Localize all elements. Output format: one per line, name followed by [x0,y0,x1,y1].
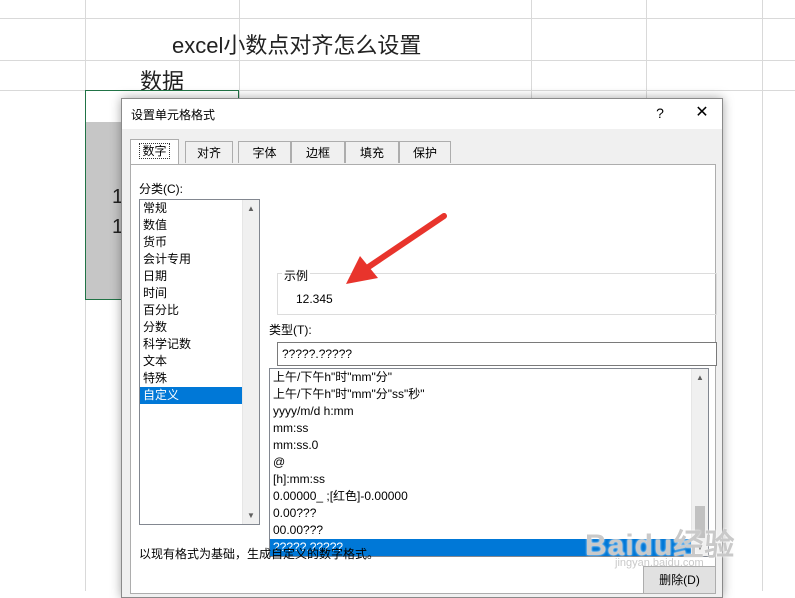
tab-label: 填充 [359,146,384,160]
sample-value: 12.345 [296,292,333,306]
tab-alignment[interactable]: 对齐 [185,141,233,163]
format-item[interactable]: 上午/下午h"时"mm"分" [270,369,708,386]
type-input[interactable]: ?????.????? [277,342,717,366]
category-item-selected[interactable]: 自定义 [140,387,242,404]
tab-protection[interactable]: 保护 [399,141,451,163]
tab-fill[interactable]: 填充 [345,141,399,163]
format-item[interactable]: 上午/下午h"时"mm"分"ss"秒" [270,386,708,403]
tab-label: 边框 [305,146,330,160]
delete-button[interactable]: 删除(D) [643,566,716,594]
help-button[interactable]: ? [649,102,671,124]
baidu-watermark-url: jingyan.baidu.com [615,557,704,569]
annotation-arrow-icon [346,213,447,284]
scroll-up-icon[interactable]: ▲ [243,200,259,217]
format-item[interactable]: mm:ss.0 [270,437,708,454]
category-list[interactable]: 常规 数值 货币 会计专用 日期 时间 百分比 分数 科学记数 文本 特殊 自定… [139,199,260,525]
type-label: 类型(T): [269,323,312,337]
grid-line [0,18,795,19]
close-button[interactable]: ✕ [690,102,714,124]
tab-font[interactable]: 字体 [238,141,291,163]
format-item[interactable]: mm:ss [270,420,708,437]
category-label: 分类(C): [139,182,183,196]
scroll-up-icon[interactable]: ▲ [692,369,708,386]
format-item[interactable]: [h]:mm:ss [270,471,708,488]
grid-line [762,0,763,591]
dialog-titlebar[interactable]: 设置单元格格式 ? ✕ [122,99,722,129]
format-item[interactable]: yyyy/m/d h:mm [270,403,708,420]
tab-number[interactable]: 数字 [130,139,179,164]
dialog-title: 设置单元格格式 [131,108,216,122]
tab-label: 数字 [139,143,170,159]
format-item[interactable]: @ [270,454,708,471]
arrow-shaft [361,213,447,273]
format-item[interactable]: 0.00000_ ;[红色]-0.00000 [270,488,708,505]
grid-line [0,60,795,61]
tab-label: 保护 [412,146,437,160]
tab-label: 字体 [252,146,277,160]
tab-border[interactable]: 边框 [291,141,345,163]
category-scrollbar[interactable]: ▲ ▼ [242,200,259,524]
tab-label: 对齐 [196,146,221,160]
format-description: 以现有格式为基础，生成自定义的数字格式。 [139,547,380,561]
scroll-down-icon[interactable]: ▼ [243,507,259,524]
sheet-title: excel小数点对齐怎么设置 [172,33,422,58]
sample-label: 示例 [282,267,311,284]
